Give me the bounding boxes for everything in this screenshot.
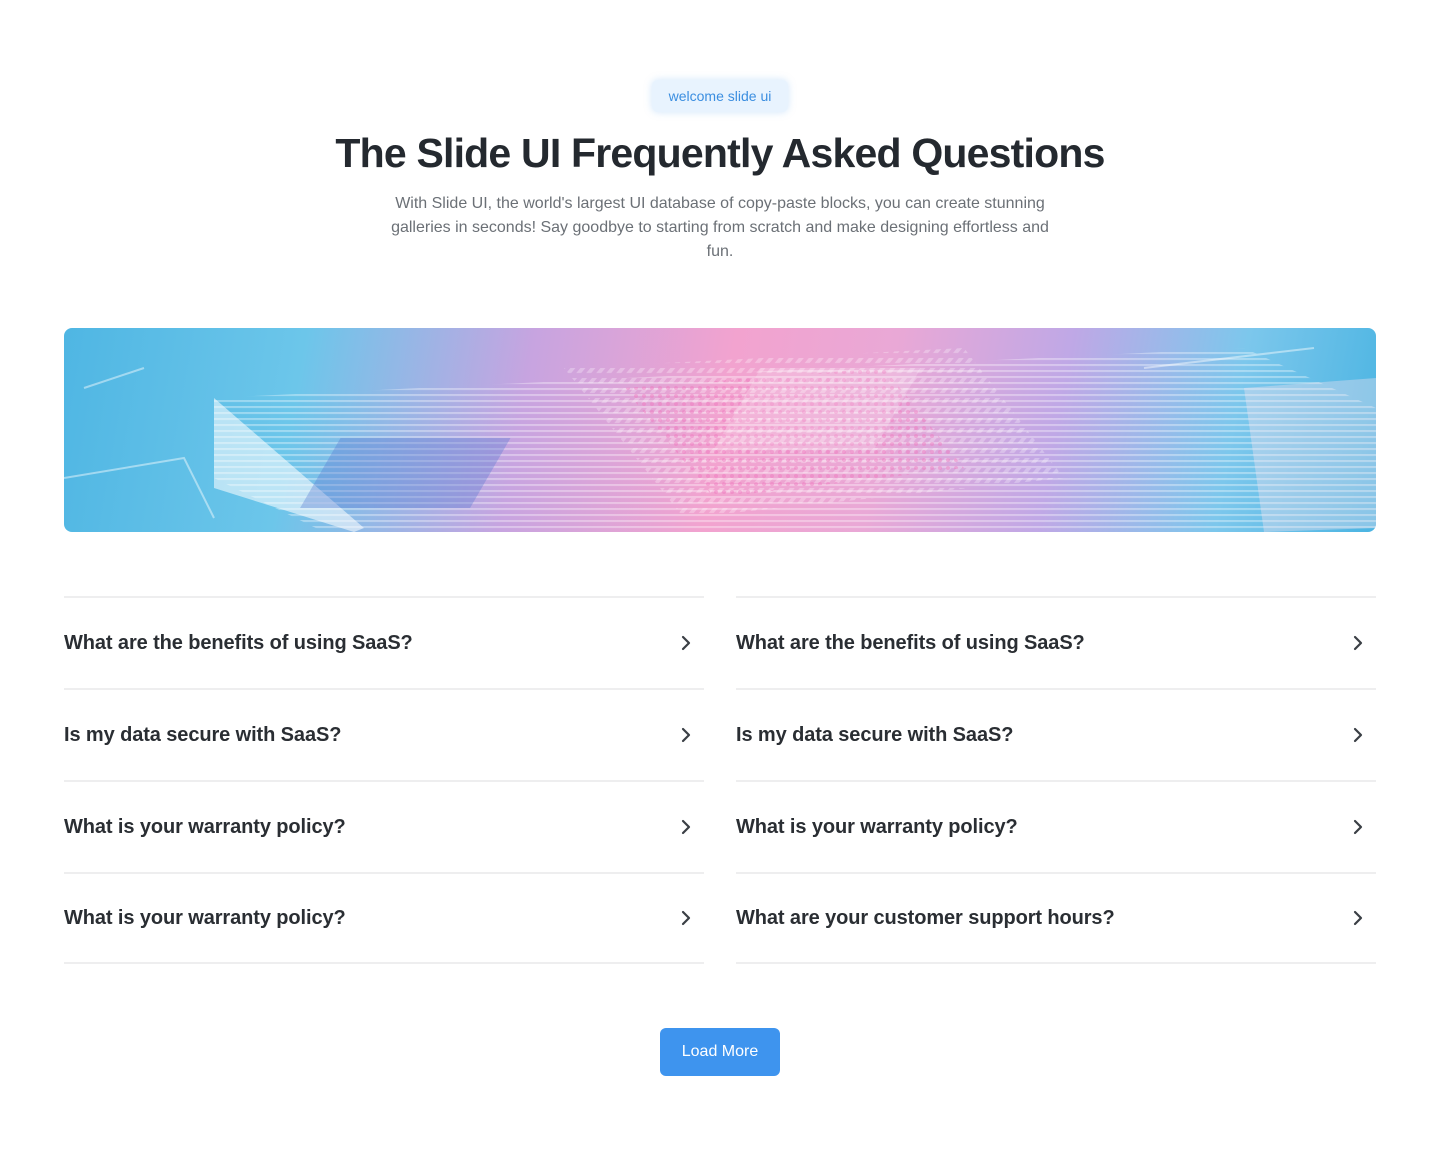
faq-question: What is your warranty policy? (64, 906, 346, 929)
faq-column-right: What are the benefits of using SaaS? Is … (736, 596, 1376, 964)
hero-image (64, 328, 1376, 532)
chevron-right-icon[interactable] (1346, 723, 1370, 747)
chevron-right-icon[interactable] (1346, 906, 1370, 930)
page-subtitle: With Slide UI, the world's largest UI da… (391, 195, 1049, 260)
chevron-right-icon[interactable] (674, 815, 698, 839)
faq-item[interactable]: What is your warranty policy? (64, 780, 704, 872)
faq-question: Is my data secure with SaaS? (736, 723, 1014, 746)
faq-item[interactable]: What is your warranty policy? (64, 872, 704, 964)
faq-item[interactable]: What is your warranty policy? (736, 780, 1376, 872)
faq-question: What are your customer support hours? (736, 906, 1115, 929)
page-title: The Slide UI Frequently Asked Questions (335, 130, 1105, 176)
faq-column-left: What are the benefits of using SaaS? Is … (64, 596, 704, 964)
faq-item[interactable]: What are the benefits of using SaaS? (736, 596, 1376, 688)
load-more-button[interactable]: Load More (660, 1028, 780, 1076)
faq-item[interactable]: What are your customer support hours? (736, 872, 1376, 964)
circuit-board-illustration (64, 347, 1376, 532)
chevron-right-icon[interactable] (674, 723, 698, 747)
faq-question: Is my data secure with SaaS? (64, 723, 342, 746)
faq-item[interactable]: Is my data secure with SaaS? (736, 688, 1376, 780)
faq-question: What is your warranty policy? (64, 815, 346, 838)
faq-question: What are the benefits of using SaaS? (64, 631, 413, 654)
welcome-badge: welcome slide ui (652, 80, 788, 112)
chevron-right-icon[interactable] (1346, 631, 1370, 655)
faq-question: What are the benefits of using SaaS? (736, 631, 1085, 654)
chevron-right-icon[interactable] (674, 906, 698, 930)
chevron-right-icon[interactable] (1346, 815, 1370, 839)
faq-item[interactable]: Is my data secure with SaaS? (64, 688, 704, 780)
faq-question: What is your warranty policy? (736, 815, 1018, 838)
chevron-right-icon[interactable] (674, 631, 698, 655)
faq-item[interactable]: What are the benefits of using SaaS? (64, 596, 704, 688)
